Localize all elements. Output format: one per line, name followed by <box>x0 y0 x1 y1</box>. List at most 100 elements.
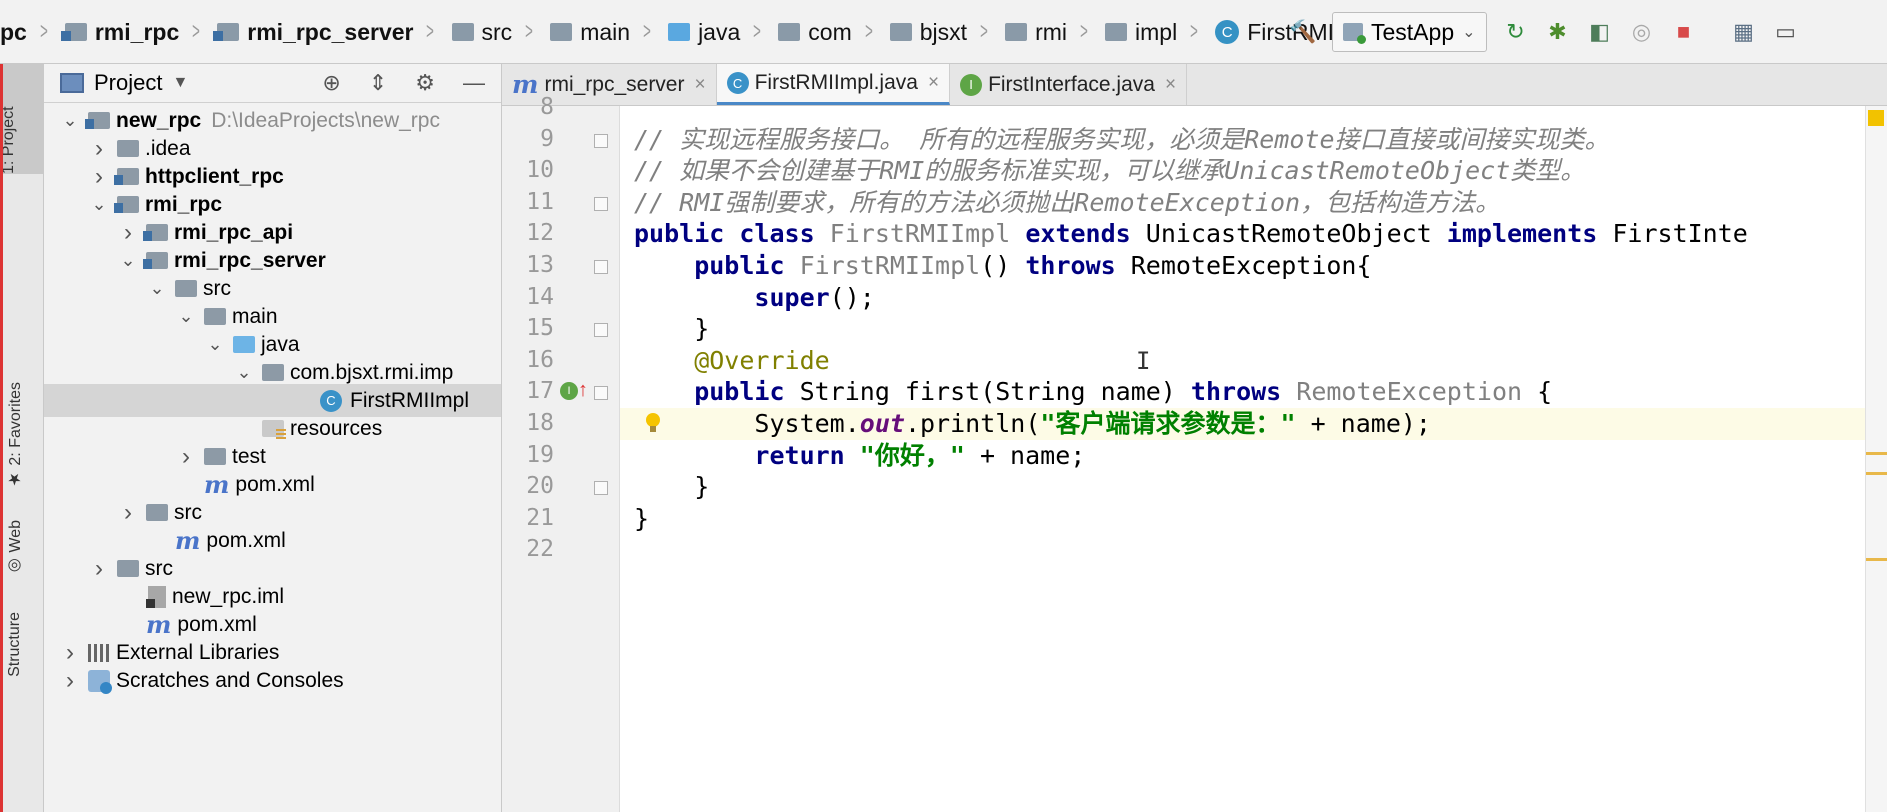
module-folder-icon <box>213 23 240 41</box>
editor-tab[interactable]: C FirstRMIImpl.java × <box>716 64 951 105</box>
close-icon[interactable]: × <box>928 72 939 94</box>
editor-scrollbar[interactable] <box>1865 106 1887 812</box>
annotation-marker[interactable] <box>1866 452 1887 455</box>
app-run-icon <box>1343 23 1366 44</box>
fold-marker-icon[interactable] <box>594 260 608 274</box>
module-folder-icon <box>114 168 139 185</box>
run-config-select[interactable]: TestApp ⌄ <box>1332 12 1487 52</box>
implements-gutter-icon[interactable]: I <box>560 382 578 401</box>
debug-icon[interactable]: ✱ <box>1545 19 1571 45</box>
chevron-right-icon[interactable]: › <box>118 219 138 247</box>
gear-icon[interactable]: ⚙ <box>415 70 435 96</box>
breadcrumb-item[interactable]: java > <box>654 18 764 46</box>
tree-node-label: new_rpc <box>116 108 202 132</box>
chevron-down-icon[interactable]: ▼ <box>172 74 188 92</box>
breadcrumb-item[interactable]: impl > <box>1091 18 1201 46</box>
package-icon <box>889 23 912 41</box>
chevron-right-icon: > <box>753 18 762 45</box>
navigation-toolbar: pc > rmi_rpc > rmi_rpc_server > src > main > java >… <box>0 0 1887 64</box>
fold-marker-icon[interactable] <box>594 386 608 401</box>
tool-tab-project[interactable]: 1: Project <box>0 64 44 174</box>
lightbulb-icon[interactable] <box>644 412 662 434</box>
chevron-down-icon[interactable]: ⌄ <box>118 250 138 271</box>
close-icon[interactable]: × <box>1165 74 1176 96</box>
code-token: extends <box>1025 219 1146 249</box>
annotation-marker[interactable] <box>1866 472 1887 475</box>
code-token: public <box>634 251 800 280</box>
stop-icon[interactable]: ■ <box>1671 19 1697 45</box>
project-panel-title[interactable]: Project <box>94 70 162 96</box>
chevron-right-icon[interactable]: › <box>176 443 196 471</box>
chevron-down-icon[interactable]: ⌄ <box>89 194 109 215</box>
chevron-right-icon[interactable]: › <box>118 499 138 527</box>
rerun-icon[interactable]: ↻ <box>1503 19 1529 45</box>
breadcrumb-item[interactable]: main > <box>536 18 654 46</box>
code-line: @Override <box>634 345 830 377</box>
breadcrumb-item[interactable]: pc > <box>0 18 51 46</box>
chevron-down-icon[interactable]: ⌄ <box>176 306 196 327</box>
code-token: } <box>634 314 710 344</box>
folder-icon <box>117 140 139 157</box>
warning-marker <box>1868 110 1884 126</box>
package-icon <box>1005 23 1028 41</box>
close-icon[interactable]: × <box>694 74 705 96</box>
fold-marker-icon[interactable] <box>594 481 608 496</box>
fold-marker-icon[interactable] <box>594 196 608 211</box>
breadcrumb-item[interactable]: rmi_rpc_server > <box>203 18 437 46</box>
module-folder-icon <box>60 23 87 41</box>
text-cursor-icon: I <box>1136 346 1151 375</box>
terminal-icon[interactable]: ▭ <box>1773 19 1799 45</box>
window-edge <box>0 64 3 812</box>
fold-marker-icon[interactable] <box>594 323 608 338</box>
chevron-right-icon: > <box>1080 18 1088 45</box>
source-folder-icon <box>668 23 691 41</box>
folder-icon <box>175 280 197 297</box>
annotation-marker[interactable] <box>1866 558 1887 561</box>
tree-node-label: pom.xml <box>177 612 257 636</box>
code-token: + name; <box>964 440 1086 470</box>
editor-tab-label: rmi_rpc_server <box>544 72 685 96</box>
collapse-all-icon[interactable]: ⇕ <box>369 70 387 96</box>
tree-node-label: External Libraries <box>116 640 280 664</box>
chevron-down-icon[interactable]: ⌄ <box>147 278 167 299</box>
chevron-right-icon: > <box>643 18 651 45</box>
breadcrumb-item[interactable]: rmi_rpc > <box>51 18 203 46</box>
tree-node-label: .idea <box>145 136 191 160</box>
source-folder-icon <box>233 336 255 353</box>
chevron-down-icon[interactable]: ⌄ <box>60 110 80 131</box>
breadcrumb-item[interactable]: bjsxt > <box>876 18 991 46</box>
breadcrumb-item[interactable]: com > <box>764 18 875 46</box>
code-token: @Override <box>634 345 830 375</box>
fold-marker-icon[interactable] <box>594 133 608 148</box>
chevron-right-icon[interactable]: › <box>60 639 80 667</box>
tree-node-label: src <box>145 556 173 580</box>
line-number: 19 <box>526 441 554 468</box>
hide-icon[interactable]: — <box>463 70 485 96</box>
folder-icon <box>550 23 573 41</box>
code-token: "你好，" <box>859 440 965 470</box>
tool-tab-favorites[interactable]: ★ 2: Favorites <box>6 382 25 489</box>
project-structure-icon[interactable]: ▦ <box>1731 19 1757 45</box>
tree-node-label: Scratches and Consoles <box>116 668 344 692</box>
folder-icon <box>451 23 474 41</box>
chevron-right-icon[interactable]: › <box>89 163 109 191</box>
chevron-down-icon[interactable]: ⌄ <box>205 334 225 355</box>
hammer-icon[interactable]: 🔨 <box>1289 19 1316 45</box>
coverage-icon[interactable]: ◧ <box>1587 19 1613 45</box>
breadcrumb-item[interactable]: rmi > <box>991 18 1091 46</box>
breadcrumb-item[interactable]: src > <box>438 18 537 46</box>
maven-icon: m <box>204 470 230 499</box>
chevron-right-icon[interactable]: › <box>89 135 109 163</box>
tree-node[interactable]: › Scratches and Consoles <box>44 664 501 697</box>
chevron-down-icon[interactable]: ⌄ <box>234 362 254 383</box>
chevron-right-icon[interactable]: › <box>60 667 80 695</box>
editor-tab-label: FirstRMIImpl.java <box>754 71 918 94</box>
tree-node-label: rmi_rpc_server <box>174 248 326 272</box>
locate-icon[interactable]: ⊕ <box>322 70 340 96</box>
profile-icon[interactable]: ◎ <box>1629 19 1655 45</box>
code-editor[interactable]: // 实现远程服务接口。 所有的远程服务实现，必须是Remote接口直接或间接实… <box>620 106 1865 812</box>
chevron-right-icon[interactable]: › <box>89 555 109 583</box>
tool-tab-web[interactable]: ◎ Web <box>6 520 25 576</box>
editor-tab[interactable]: I FirstInterface.java × <box>950 64 1188 105</box>
tool-tab-structure[interactable]: Structure <box>6 612 24 677</box>
